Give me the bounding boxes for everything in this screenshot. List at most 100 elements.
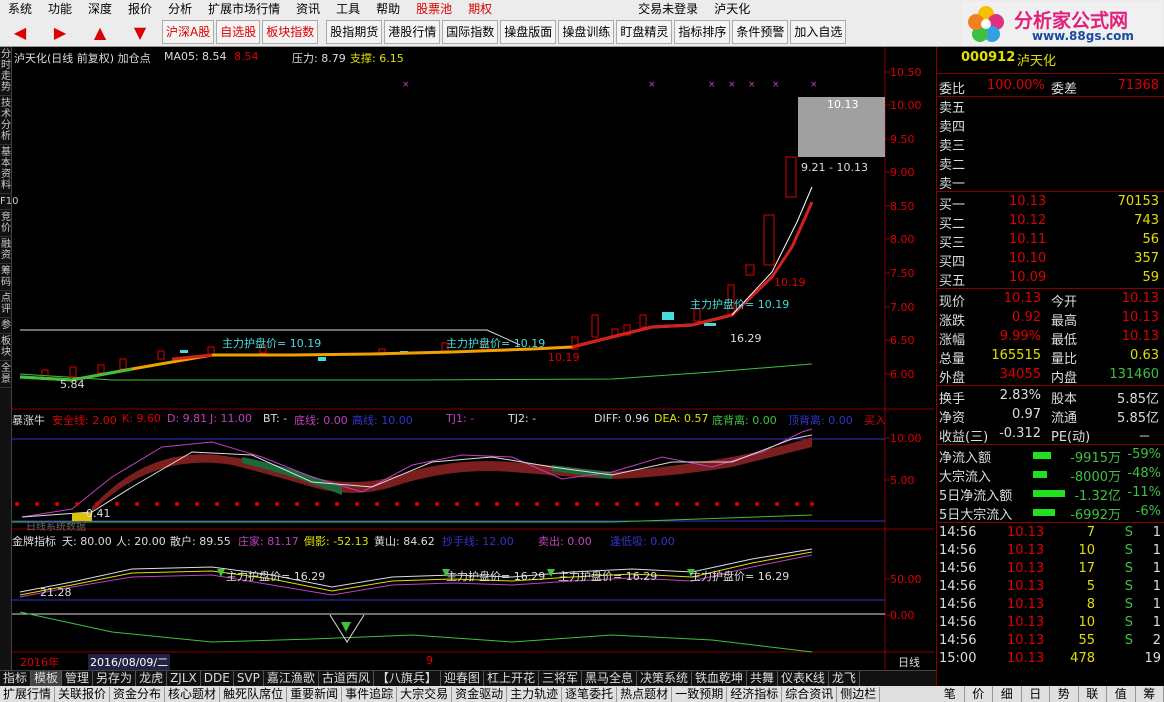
tab-monitor[interactable]: 盯盘精灵 — [616, 20, 673, 44]
indicator-tab-4[interactable]: 龙虎 — [136, 671, 168, 686]
info-tab-4[interactable]: 触死队席位 — [220, 686, 288, 702]
indicator-tab-15[interactable]: 决策系统 — [637, 671, 692, 686]
info-tab-2[interactable]: 资金分布 — [110, 686, 166, 702]
indicator-tab-12[interactable]: 杠上开花 — [484, 671, 539, 686]
info-tab-13[interactable]: 经济指标 — [727, 686, 783, 702]
indicator-tab-3[interactable]: 另存为 — [93, 671, 137, 686]
menu-function[interactable]: 功能 — [40, 0, 80, 18]
tab-indicator-sort[interactable]: 指标排序 — [674, 20, 731, 44]
login-status[interactable]: 交易未登录 — [630, 0, 706, 18]
menu-news[interactable]: 资讯 — [288, 0, 328, 18]
info-tab-1[interactable]: 关联报价 — [55, 686, 111, 702]
strip-chips[interactable]: 筹码 — [0, 264, 12, 291]
panel-tab-0[interactable]: 笔 — [936, 686, 965, 702]
tab-training[interactable]: 操盘训练 — [558, 20, 615, 44]
indicator1-name[interactable]: 暴涨牛 — [12, 412, 45, 428]
indicator-tab-9[interactable]: 古道西风 — [319, 671, 374, 686]
sell1-label: 卖一 — [939, 177, 966, 192]
tab-sector-index[interactable]: 板块指数 — [262, 20, 319, 44]
menu-analysis[interactable]: 分析 — [160, 0, 200, 18]
indicator2-name[interactable]: 金牌指标 — [12, 533, 56, 549]
indicator2-handline: 抄手线: 12.00 — [442, 535, 514, 548]
strip-sector[interactable]: 板块 — [0, 334, 12, 361]
menu-quote[interactable]: 报价 — [120, 0, 160, 18]
tick-volume: 17 — [1078, 561, 1095, 576]
stat-label-eps: 收益(三) — [939, 430, 989, 445]
tab-hk-stocks[interactable]: 港股行情 — [384, 20, 441, 44]
price-axis-600: 6.00 — [890, 368, 915, 381]
menu-tools[interactable]: 工具 — [328, 0, 368, 18]
tab-shanghai-shenzhen-a[interactable]: 沪深A股 — [162, 20, 215, 44]
panel-tab-6[interactable]: 值 — [1107, 686, 1136, 702]
indicator-tab-6[interactable]: DDE — [201, 671, 234, 686]
info-tab-14[interactable]: 综合资讯 — [782, 686, 838, 702]
info-tab-5[interactable]: 重要新闻 — [287, 686, 343, 702]
info-tab-9[interactable]: 主力轨迹 — [507, 686, 563, 702]
strip-reference[interactable]: 参 — [0, 318, 12, 334]
indicator-tab-2[interactable]: 管理 — [62, 671, 94, 686]
info-tab-3[interactable]: 核心题材 — [165, 686, 221, 702]
panel-tab-7[interactable]: 筹 — [1136, 686, 1164, 702]
info-tab-7[interactable]: 大宗交易 — [397, 686, 453, 702]
info-tab-8[interactable]: 资金驱动 — [452, 686, 508, 702]
time-axis-month: 9 — [426, 654, 433, 667]
forward-arrow-icon[interactable]: ▶ — [40, 19, 80, 45]
indicator-tab-18[interactable]: 仪表K线 — [778, 671, 829, 686]
up-arrow-icon[interactable]: ▲ — [80, 19, 120, 45]
strip-technical[interactable]: 技术分析 — [0, 96, 12, 145]
stock-code: 000912 — [961, 50, 1016, 65]
indicator2-axis-50: 50.00 — [890, 573, 922, 586]
indicator-tab-13[interactable]: 三将军 — [539, 671, 582, 686]
panel-tab-5[interactable]: 联 — [1079, 686, 1107, 702]
indicator-tab-16[interactable]: 铁血乾坤 — [692, 671, 748, 686]
tick-time: 14:56 — [939, 633, 977, 648]
info-tab-6[interactable]: 事件追踪 — [342, 686, 398, 702]
strip-comment[interactable]: 点评 — [0, 291, 12, 318]
info-tab-12[interactable]: 一致预期 — [672, 686, 728, 702]
indicator-tab-11[interactable]: 迎春图 — [441, 671, 484, 686]
period-selector[interactable]: 日线 — [898, 654, 920, 670]
strip-panorama[interactable]: 全景 — [0, 361, 12, 388]
down-arrow-icon[interactable]: ▼ — [120, 19, 160, 45]
menu-extended-market[interactable]: 扩展市场行情 — [200, 0, 288, 18]
tab-alerts[interactable]: 条件预警 — [732, 20, 789, 44]
strip-fundamental[interactable]: 基本资料 — [0, 145, 12, 194]
menu-depth[interactable]: 深度 — [80, 0, 120, 18]
strip-f10[interactable]: F10 — [0, 194, 18, 210]
info-tab-11[interactable]: 热点题材 — [617, 686, 673, 702]
stat-value-float: 5.85亿 — [1117, 411, 1159, 426]
indicator-tab-10[interactable]: 【八旗兵】 — [374, 671, 441, 686]
indicator2-dealer: 庄家: 81.17 — [238, 535, 299, 548]
menu-help[interactable]: 帮助 — [368, 0, 408, 18]
tab-add-watchlist[interactable]: 加入自选 — [790, 20, 847, 44]
strip-timeshare[interactable]: 分时走势 — [0, 47, 12, 96]
menu-options[interactable]: 期权 — [460, 0, 500, 18]
indicator-tab-17[interactable]: 共舞 — [747, 671, 779, 686]
menu-system[interactable]: 系统 — [0, 0, 40, 18]
strip-margin[interactable]: 融资 — [0, 237, 12, 264]
indicator-tab-19[interactable]: 龙飞 — [829, 671, 860, 686]
strip-auction[interactable]: 竞价 — [0, 210, 12, 237]
back-arrow-icon[interactable]: ◀ — [0, 19, 40, 45]
panel-tab-3[interactable]: 日 — [1022, 686, 1050, 702]
tab-index-futures[interactable]: 股指期货 — [326, 20, 383, 44]
panel-tab-2[interactable]: 细 — [993, 686, 1022, 702]
info-tab-0[interactable]: 扩展行情 — [0, 686, 56, 702]
panel-tab-4[interactable]: 势 — [1050, 686, 1079, 702]
indicator-tab-8[interactable]: 嘉江渔歌 — [264, 671, 319, 686]
tab-watchlist[interactable]: 自选股 — [216, 20, 261, 44]
tab-intl-index[interactable]: 国际指数 — [442, 20, 499, 44]
chart-area[interactable]: × × × × × × × 泸天化(日线 前复权) 加仓点 MA05: 8.54 8.54 … — [12, 47, 935, 670]
indicator-tab-1[interactable]: 模板 — [31, 671, 63, 686]
info-tab-10[interactable]: 逐笔委托 — [562, 686, 618, 702]
indicator-tab-0[interactable]: 指标 — [0, 671, 32, 686]
stat-label-open: 今开 — [1051, 295, 1078, 310]
menu-stockpool[interactable]: 股票池 — [408, 0, 460, 18]
indicator-tab-14[interactable]: 黑马全息 — [582, 671, 637, 686]
panel-tab-1[interactable]: 价 — [965, 686, 993, 702]
indicator2-retail: 散户: 89.55 — [170, 535, 231, 548]
info-tab-15[interactable]: 侧边栏 — [837, 686, 881, 702]
tab-layout[interactable]: 操盘版面 — [500, 20, 557, 44]
indicator-tab-5[interactable]: ZJLX — [167, 671, 201, 686]
indicator-tab-7[interactable]: SVP — [234, 671, 264, 686]
